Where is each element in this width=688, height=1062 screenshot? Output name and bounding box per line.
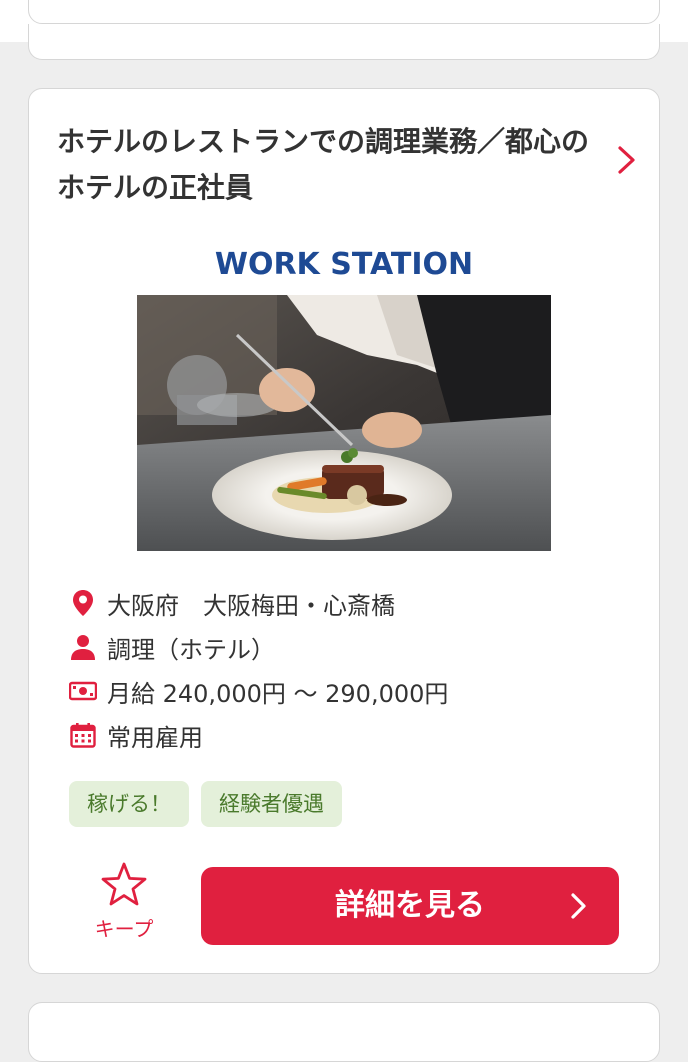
job-info-list: 大阪府 大阪梅田・心斎橋 調理（ホテル） 月給 240,000円 〜 290,0…: [69, 581, 629, 757]
banknote-icon: [69, 677, 97, 705]
location-row: 大阪府 大阪梅田・心斎橋: [69, 581, 629, 625]
salary-row: 月給 240,000円 〜 290,000円: [69, 669, 629, 713]
calendar-icon: [69, 721, 97, 749]
job-title[interactable]: ホテルのレストランでの調理業務／都心のホテルの正社員: [57, 119, 597, 211]
view-details-button[interactable]: 詳細を見る: [201, 867, 619, 945]
job-image: WORK STATION: [137, 239, 551, 551]
employment-row: 常用雇用: [69, 713, 629, 757]
person-icon: [69, 633, 97, 661]
category-row: 調理（ホテル）: [69, 625, 629, 669]
previous-card: [28, 0, 660, 24]
job-card[interactable]: ホテルのレストランでの調理業務／都心のホテルの正社員 WORK STATION: [28, 88, 660, 974]
location-text: 大阪府 大阪梅田・心斎橋: [107, 591, 395, 620]
salary-text: 月給 240,000円 〜 290,000円: [107, 679, 449, 708]
view-details-label: 詳細を見る: [335, 888, 485, 923]
map-pin-icon: [69, 589, 97, 617]
chef-plating-photo: [137, 295, 551, 551]
star-outline-icon: [101, 862, 147, 906]
previous-card-bottom: [28, 24, 660, 60]
company-logo-text: WORK STATION: [214, 247, 474, 282]
company-logo: WORK STATION: [137, 239, 551, 295]
keep-button[interactable]: キープ: [81, 861, 167, 941]
keep-label: キープ: [94, 917, 154, 941]
next-card: [28, 1002, 660, 1062]
chevron-right-icon[interactable]: [609, 143, 643, 177]
tag-list: 稼げる！ 経験者優遇: [69, 781, 354, 827]
tag-experienced: 経験者優遇: [201, 781, 342, 827]
chevron-right-icon: [571, 893, 586, 919]
tag-earn: 稼げる！: [69, 781, 189, 827]
employment-text: 常用雇用: [107, 723, 203, 752]
category-text: 調理（ホテル）: [107, 635, 275, 664]
